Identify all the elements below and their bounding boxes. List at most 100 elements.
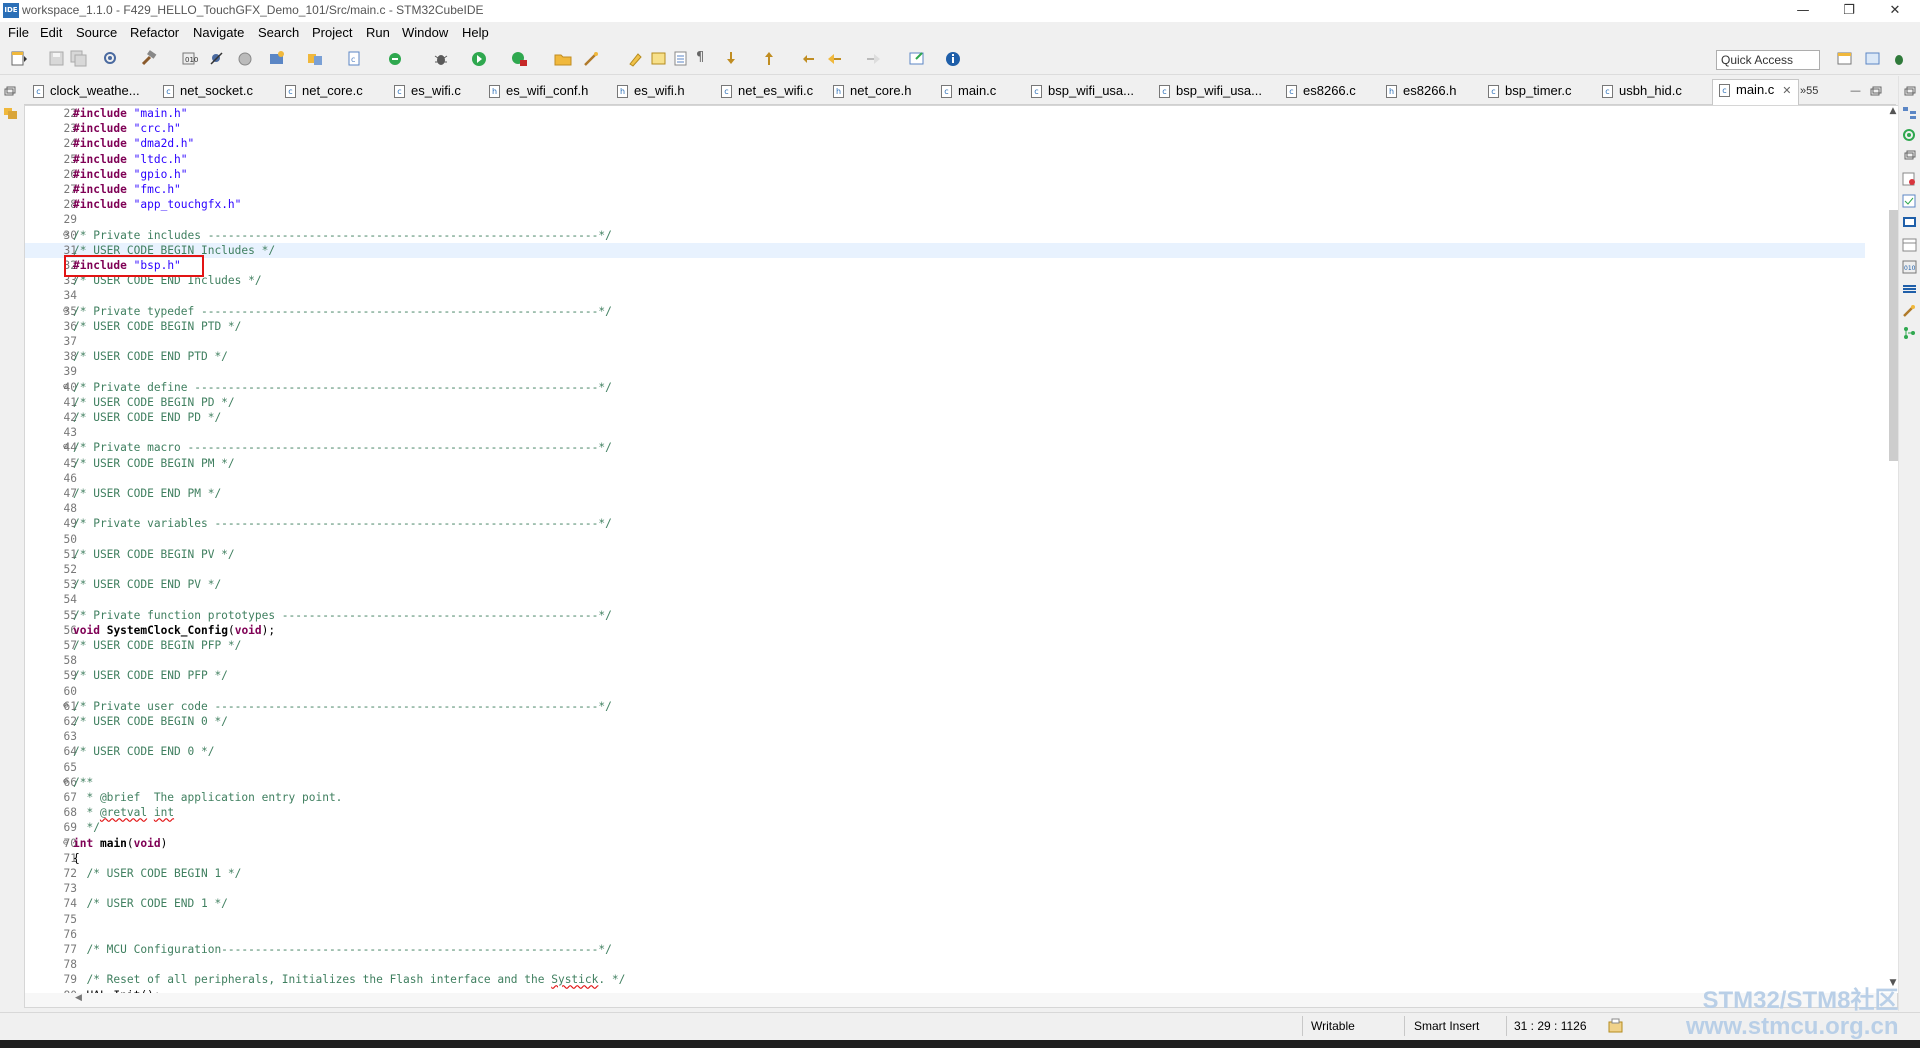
wand-icon[interactable]: [582, 50, 600, 67]
code-line[interactable]: 67 * @brief The application entry point.: [25, 790, 1865, 805]
open-element-icon[interactable]: [236, 50, 254, 67]
code-line[interactable]: 39: [25, 364, 1865, 379]
save-icon[interactable]: [48, 50, 66, 67]
new-class-icon[interactable]: c: [346, 50, 364, 67]
fold-toggle-icon[interactable]: ⊖: [63, 699, 73, 714]
debug-icon[interactable]: [432, 50, 450, 67]
horizontal-scrollbar[interactable]: ◀: [24, 993, 1898, 1008]
code-line[interactable]: 74 /* USER CODE END 1 */: [25, 896, 1865, 911]
code-line[interactable]: 58: [25, 653, 1865, 668]
editor-tab-active[interactable]: c main.c ✕: [1712, 79, 1799, 105]
restore-icon[interactable]: [1904, 86, 1916, 96]
editor-tab[interactable]: c bsp_wifi_usa...: [1159, 81, 1262, 103]
search-view-icon[interactable]: [1902, 304, 1917, 318]
close-tab-icon[interactable]: ✕: [1782, 84, 1791, 97]
whitespace-icon[interactable]: ¶: [696, 50, 714, 67]
code-line[interactable]: 33/* USER CODE END Includes */: [25, 273, 1865, 288]
quick-access-input[interactable]: Quick Access: [1716, 50, 1820, 70]
code-line[interactable]: 25 #include "ltdc.h": [25, 152, 1865, 167]
code-area[interactable]: 22 #include "main.h" 23 #include "crc.h" 24 #…: [25, 106, 1865, 994]
open-folder-icon[interactable]: [554, 50, 572, 67]
memory-icon[interactable]: 010: [1902, 260, 1917, 274]
build-target-icon[interactable]: 010: [180, 50, 198, 67]
tasks-icon[interactable]: [1902, 194, 1917, 208]
new-project-icon[interactable]: [268, 50, 286, 67]
code-line[interactable]: 34: [25, 288, 1865, 303]
code-line[interactable]: 51/* USER CODE BEGIN PV */: [25, 547, 1865, 562]
restore-icon[interactable]: [1904, 150, 1916, 160]
fold-toggle-icon[interactable]: ⊖: [63, 775, 73, 790]
last-edit-icon[interactable]: [800, 50, 818, 67]
code-line[interactable]: 27 #include "fmc.h": [25, 182, 1865, 197]
code-line[interactable]: 35 ⊖/* Private typedef ------------------…: [25, 304, 1865, 319]
editor-tab[interactable]: c bsp_timer.c: [1488, 81, 1571, 103]
code-line[interactable]: 70 ⊖ int main(void): [25, 836, 1865, 851]
code-line[interactable]: 44 ⊖/* Private macro --------------------…: [25, 440, 1865, 455]
code-line[interactable]: 76: [25, 927, 1865, 942]
code-line[interactable]: 43: [25, 425, 1865, 440]
menu-help[interactable]: Help: [462, 25, 489, 40]
stack-icon[interactable]: [1902, 282, 1917, 296]
code-line[interactable]: 65: [25, 760, 1865, 775]
code-line[interactable]: 49/* Private variables -----------------…: [25, 516, 1865, 531]
editor-tab[interactable]: h es8266.h: [1386, 81, 1457, 103]
open-perspective-button-icon[interactable]: [1836, 50, 1854, 67]
next-annotation-icon[interactable]: [722, 50, 740, 67]
code-line[interactable]: 50: [25, 532, 1865, 547]
cpp-perspective-icon[interactable]: [1864, 50, 1882, 67]
fold-toggle-icon[interactable]: ⊖: [63, 380, 73, 395]
editor-tab[interactable]: c usbh_hid.c: [1602, 81, 1682, 103]
menu-navigate[interactable]: Navigate: [193, 25, 244, 40]
external-tools-icon[interactable]: [510, 50, 528, 67]
code-line[interactable]: 79 /* Reset of all peripherals, Initiali…: [25, 972, 1865, 987]
code-line[interactable]: 55/* Private function prototypes -------…: [25, 608, 1865, 623]
code-line[interactable]: 77 /* MCU Configuration-----------------…: [25, 942, 1865, 957]
editor-tab[interactable]: h es_wifi.h: [617, 81, 685, 103]
code-line[interactable]: 56 void SystemClock_Config(void);: [25, 623, 1865, 638]
tab-overflow-button[interactable]: »55: [1800, 81, 1818, 103]
fold-toggle-icon[interactable]: ⊖: [63, 304, 73, 319]
code-line[interactable]: 66 ⊖/**: [25, 775, 1865, 790]
build-icon[interactable]: [140, 50, 158, 67]
code-line[interactable]: 37: [25, 334, 1865, 349]
menu-source[interactable]: Source: [76, 25, 117, 40]
editor-tab[interactable]: c clock_weathe...: [33, 81, 140, 103]
code-line[interactable]: 32 #include "bsp.h": [25, 258, 1865, 273]
code-line[interactable]: 23 #include "crc.h": [25, 121, 1865, 136]
save-all-icon[interactable]: [70, 50, 88, 67]
skip-breakpoints-icon[interactable]: [208, 50, 226, 67]
code-line[interactable]: 42/* USER CODE END PD */: [25, 410, 1865, 425]
code-line[interactable]: 40 ⊖/* Private define -------------------…: [25, 380, 1865, 395]
debug-perspective-icon[interactable]: [1890, 50, 1908, 67]
code-line[interactable]: 57/* USER CODE BEGIN PFP */: [25, 638, 1865, 653]
refresh-icon[interactable]: [386, 50, 404, 67]
code-line[interactable]: 46: [25, 471, 1865, 486]
menu-run[interactable]: Run: [366, 25, 390, 40]
maximize-editor-icon[interactable]: [1870, 86, 1882, 96]
editor-tab[interactable]: c net_es_wifi.c: [721, 81, 813, 103]
code-line[interactable]: 69 */: [25, 820, 1865, 835]
minimize-editor-icon[interactable]: —: [1850, 81, 1861, 103]
problems-icon[interactable]: [1902, 172, 1917, 186]
new-icon[interactable]: [10, 50, 28, 67]
minimize-button[interactable]: —: [1780, 0, 1826, 22]
code-line[interactable]: 28 #include "app_touchgfx.h": [25, 197, 1865, 212]
code-line[interactable]: 60: [25, 684, 1865, 699]
editor-tab[interactable]: c main.c: [941, 81, 996, 103]
project-explorer-icon[interactable]: [3, 106, 18, 120]
code-line[interactable]: 45/* USER CODE BEGIN PM */: [25, 456, 1865, 471]
outline-icon[interactable]: [1902, 106, 1917, 120]
prev-annotation-icon[interactable]: [760, 50, 778, 67]
editor-tab[interactable]: c net_core.c: [285, 81, 363, 103]
properties-icon[interactable]: [1902, 238, 1917, 252]
editor-tab[interactable]: h net_core.h: [833, 81, 911, 103]
code-line[interactable]: 61 ⊖/* Private user code ----------------…: [25, 699, 1865, 714]
mark-occurrences-icon[interactable]: [650, 50, 668, 67]
menu-edit[interactable]: Edit: [40, 25, 62, 40]
code-line[interactable]: 63: [25, 729, 1865, 744]
open-type-icon[interactable]: [306, 50, 324, 67]
code-line[interactable]: 48: [25, 501, 1865, 516]
code-line[interactable]: 64/* USER CODE END 0 */: [25, 744, 1865, 759]
menu-project[interactable]: Project: [312, 25, 352, 40]
code-line[interactable]: 24 #include "dma2d.h": [25, 136, 1865, 151]
